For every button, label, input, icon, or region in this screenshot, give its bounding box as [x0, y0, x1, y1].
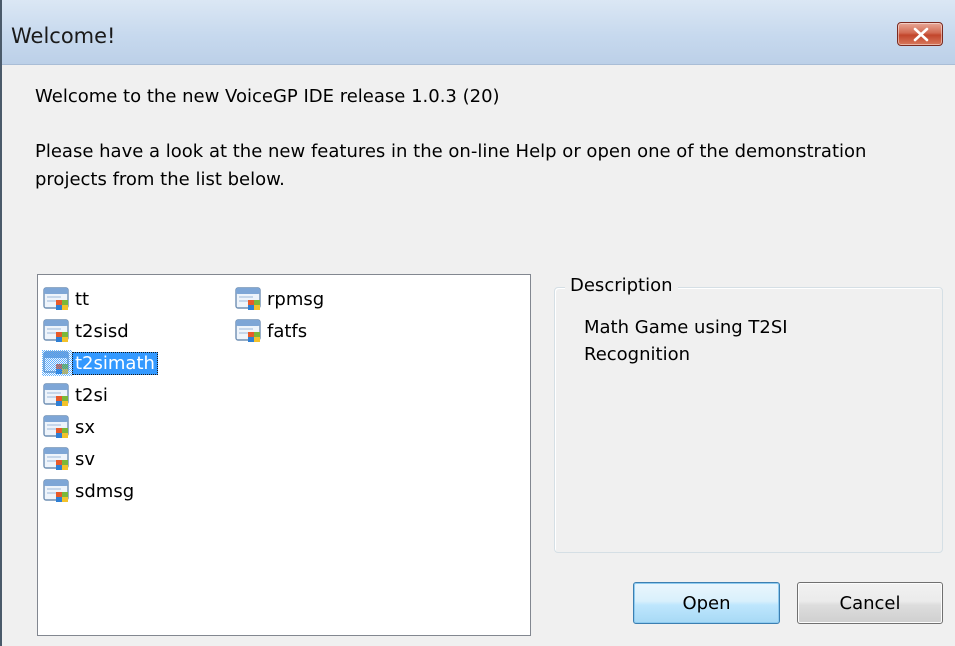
info-message: Please have a look at the new features i…: [35, 141, 867, 190]
close-button[interactable]: [897, 22, 943, 46]
project-icon: [42, 478, 74, 504]
project-icon: [42, 286, 74, 312]
welcome-dialog: Welcome! Welcome to the new VoiceGP IDE …: [0, 0, 955, 646]
project-item-t2sisd[interactable]: t2sisd: [42, 315, 158, 347]
project-column: tt t2sisd t2simath t2si sx sv sdmsg: [42, 283, 158, 507]
project-icon: [42, 318, 74, 344]
project-label: tt: [75, 288, 90, 310]
project-item-fatfs[interactable]: fatfs: [234, 315, 327, 347]
project-icon: [42, 446, 74, 472]
project-item-sv[interactable]: sv: [42, 443, 158, 475]
open-button[interactable]: Open: [633, 582, 780, 624]
project-label: t2si: [75, 384, 108, 406]
project-item-sx[interactable]: sx: [42, 411, 158, 443]
project-list[interactable]: tt t2sisd t2simath t2si sx sv sdmsg rpms…: [37, 274, 531, 636]
welcome-message: Welcome to the new VoiceGP IDE release 1…: [35, 86, 500, 107]
project-label: t2simath: [72, 351, 158, 375]
project-icon: [234, 318, 266, 344]
project-label: sx: [75, 416, 96, 438]
close-icon: [913, 27, 929, 42]
description-legend: Description: [565, 275, 678, 296]
window-title: Welcome!: [11, 24, 116, 48]
description-text: Math Game using T2SI Recognition: [584, 317, 788, 365]
project-label: fatfs: [267, 320, 308, 342]
project-icon: [234, 286, 266, 312]
project-item-t2si[interactable]: t2si: [42, 379, 158, 411]
project-icon: [42, 382, 74, 408]
title-bar[interactable]: Welcome!: [2, 0, 955, 65]
project-label: t2sisd: [75, 320, 129, 342]
project-label: sdmsg: [75, 480, 135, 502]
project-item-sdmsg[interactable]: sdmsg: [42, 475, 158, 507]
project-item-rpmsg[interactable]: rpmsg: [234, 283, 327, 315]
cancel-button[interactable]: Cancel: [797, 582, 943, 624]
project-item-tt[interactable]: tt: [42, 283, 158, 315]
project-column: rpmsg fatfs: [234, 283, 327, 347]
project-label: sv: [75, 448, 96, 470]
project-item-t2simath[interactable]: t2simath: [42, 347, 158, 379]
project-label: rpmsg: [267, 288, 325, 310]
project-icon: [42, 350, 74, 376]
project-icon: [42, 414, 74, 440]
